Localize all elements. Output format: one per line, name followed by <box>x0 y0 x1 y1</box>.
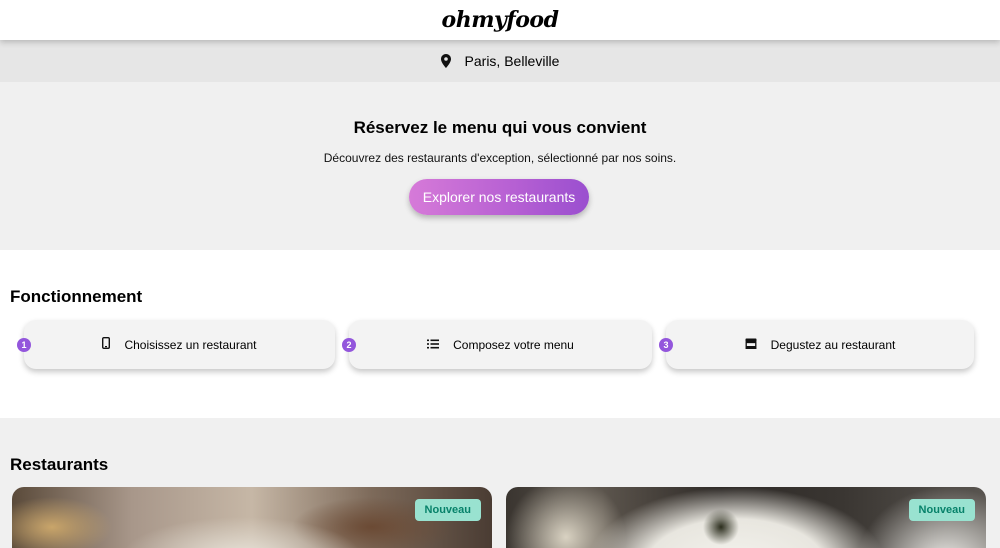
mobile-phone-icon <box>102 336 111 352</box>
step-card-3[interactable]: Degustez au restaurant <box>666 320 974 369</box>
restaurant-card-1[interactable]: Nouveau <box>12 487 492 548</box>
store-icon <box>745 338 757 352</box>
new-badge: Nouveau <box>908 499 975 521</box>
logo[interactable]: ohmyfood <box>442 7 559 33</box>
list-icon <box>427 338 440 352</box>
step-card-1[interactable]: Choisissez un restaurant <box>24 320 335 369</box>
location-text: Paris, Belleville <box>464 53 560 69</box>
site-header: ohmyfood <box>0 0 1000 40</box>
hero-subtitle: Découvrez des restaurants d'exception, s… <box>323 151 677 165</box>
step-label-1: Choisissez un restaurant <box>124 337 257 352</box>
step-number-2: 2 <box>342 338 356 352</box>
step-label-2: Composez votre menu <box>453 337 574 352</box>
hero-section: Réservez le menu qui vous convient Décou… <box>0 82 1000 250</box>
restaurant-card-2[interactable]: Nouveau <box>506 487 986 548</box>
explore-restaurants-button[interactable]: Explorer nos restaurants <box>409 179 589 215</box>
hero-title: Réservez le menu qui vous convient <box>353 118 647 137</box>
step-card-2[interactable]: Composez votre menu <box>349 320 652 369</box>
step-number-1: 1 <box>17 338 31 352</box>
location-bar[interactable]: Paris, Belleville <box>0 40 1000 82</box>
new-badge: Nouveau <box>414 499 481 521</box>
map-pin-icon <box>440 54 451 68</box>
restaurants-section: Restaurants Nouveau Nouveau <box>0 418 1000 548</box>
step-label-3: Degustez au restaurant <box>770 337 896 352</box>
step-number-3: 3 <box>659 338 673 352</box>
how-it-works-section: Fonctionnement 1 Choisissez un restauran… <box>0 250 1000 418</box>
restaurants-title: Restaurants <box>10 455 109 474</box>
how-it-works-title: Fonctionnement <box>10 287 143 306</box>
